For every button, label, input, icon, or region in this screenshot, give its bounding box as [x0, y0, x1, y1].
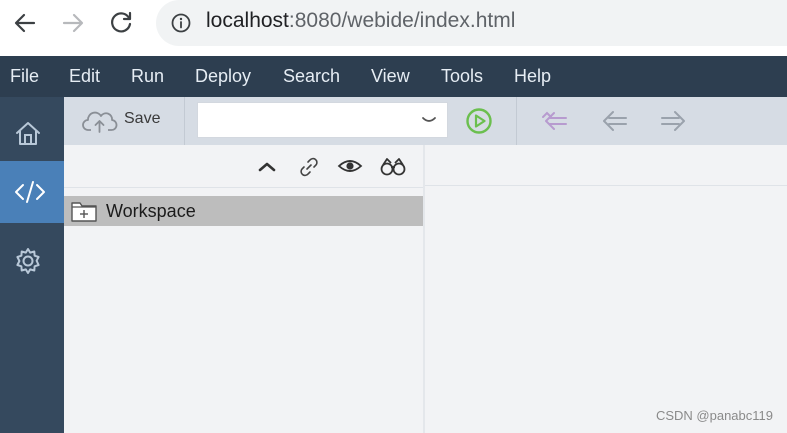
explorer-toolbar	[64, 145, 423, 188]
info-icon[interactable]	[170, 12, 192, 34]
forward-button[interactable]	[58, 8, 88, 38]
browser-toolbar: localhost:8080/webide/index.html	[0, 0, 787, 56]
arrow-left-icon	[14, 13, 36, 33]
gear-icon	[16, 248, 40, 274]
address-bar[interactable]: localhost:8080/webide/index.html	[156, 0, 787, 46]
rail-settings-button[interactable]	[0, 230, 64, 292]
editor-area	[425, 145, 787, 433]
chevron-down-icon	[422, 117, 436, 122]
home-icon	[16, 122, 40, 145]
tree-item-workspace[interactable]: Workspace	[64, 196, 423, 226]
save-label: Save	[124, 110, 161, 127]
url-path: :8080/webide/index.html	[288, 9, 516, 32]
menu-tools[interactable]: Tools	[441, 56, 483, 97]
eye-icon[interactable]	[337, 156, 363, 176]
arrow-right-outline-icon[interactable]	[658, 109, 688, 133]
rail-home-button[interactable]	[0, 102, 64, 164]
url-host: localhost	[206, 9, 289, 32]
reload-button[interactable]	[106, 8, 136, 38]
activity-rail	[0, 97, 64, 433]
cloud-upload-icon	[82, 111, 118, 133]
menu-bar: File Edit Run Deploy Search View Tools H…	[0, 56, 787, 97]
folder-add-icon	[71, 202, 97, 222]
run-config-select[interactable]	[197, 102, 448, 138]
link-icon[interactable]	[297, 155, 321, 179]
editor-tab-bar	[425, 145, 787, 186]
run-icon[interactable]	[465, 107, 493, 135]
binoculars-icon[interactable]	[379, 155, 407, 177]
arrow-left-outline-icon[interactable]	[600, 109, 630, 133]
toolbar: Save	[64, 97, 787, 145]
menu-view[interactable]: View	[371, 56, 410, 97]
step-in-icon[interactable]	[540, 109, 570, 133]
arrow-right-icon	[62, 13, 84, 33]
toolbar-separator	[184, 97, 185, 145]
code-icon	[15, 181, 45, 203]
reload-icon	[111, 11, 132, 33]
rail-code-button[interactable]	[0, 161, 64, 223]
toolbar-separator	[516, 97, 517, 145]
menu-deploy[interactable]: Deploy	[195, 56, 251, 97]
menu-run[interactable]: Run	[131, 56, 164, 97]
explorer-panel: Workspace	[64, 145, 423, 433]
menu-edit[interactable]: Edit	[69, 56, 100, 97]
menu-file[interactable]: File	[10, 56, 39, 97]
url-text[interactable]: localhost:8080/webide/index.html	[206, 9, 515, 33]
menu-help[interactable]: Help	[514, 56, 551, 97]
tree-item-label: Workspace	[106, 201, 196, 221]
watermark-text: CSDN @panabc119	[655, 408, 773, 423]
back-button[interactable]	[10, 8, 40, 38]
save-button[interactable]: Save	[80, 105, 190, 135]
menu-search[interactable]: Search	[283, 56, 340, 97]
collapse-icon[interactable]	[256, 158, 278, 176]
